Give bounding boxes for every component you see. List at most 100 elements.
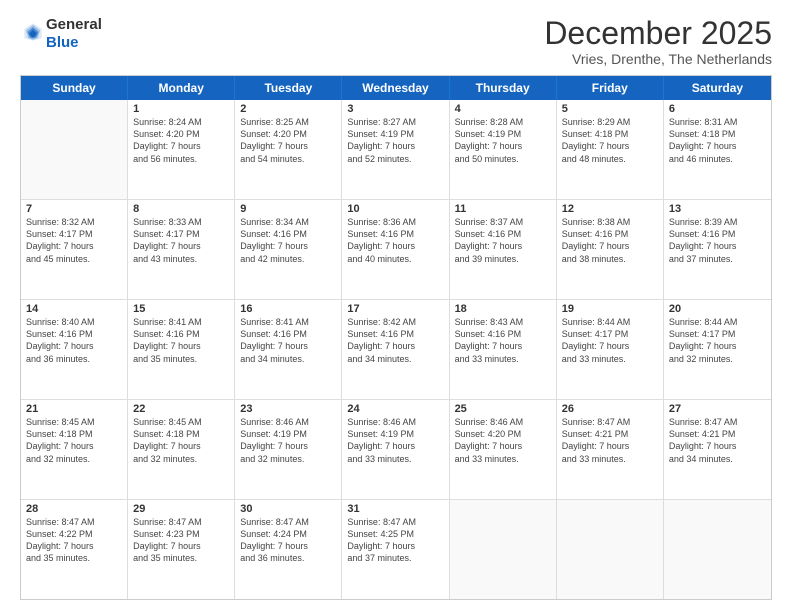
sunrise-text: Sunrise: 8:28 AM — [455, 116, 551, 128]
daylight-text: Daylight: 7 hours — [133, 440, 229, 452]
calendar-cell: 11 Sunrise: 8:37 AM Sunset: 4:16 PM Dayl… — [450, 200, 557, 299]
daylight-text: Daylight: 7 hours — [455, 340, 551, 352]
calendar-cell: 20 Sunrise: 8:44 AM Sunset: 4:17 PM Dayl… — [664, 300, 771, 399]
daylight-text: Daylight: 7 hours — [26, 340, 122, 352]
calendar-cell — [450, 500, 557, 599]
sunrise-text: Sunrise: 8:46 AM — [347, 416, 443, 428]
calendar-cell: 17 Sunrise: 8:42 AM Sunset: 4:16 PM Dayl… — [342, 300, 449, 399]
sunrise-text: Sunrise: 8:44 AM — [562, 316, 658, 328]
calendar-header: Sunday Monday Tuesday Wednesday Thursday… — [21, 76, 771, 100]
sunset-text: Sunset: 4:16 PM — [669, 228, 766, 240]
sunset-text: Sunset: 4:23 PM — [133, 528, 229, 540]
daylight-text: Daylight: 7 hours — [133, 240, 229, 252]
daylight-text: Daylight: 7 hours — [669, 440, 766, 452]
location: Vries, Drenthe, The Netherlands — [544, 51, 772, 67]
calendar-cell — [21, 100, 128, 199]
sunset-text: Sunset: 4:16 PM — [26, 328, 122, 340]
sunset-text: Sunset: 4:25 PM — [347, 528, 443, 540]
calendar-cell: 19 Sunrise: 8:44 AM Sunset: 4:17 PM Dayl… — [557, 300, 664, 399]
day-number: 9 — [240, 203, 336, 215]
daylight-text: Daylight: 7 hours — [347, 540, 443, 552]
daylight-minutes-text: and 39 minutes. — [455, 253, 551, 265]
calendar-row: 28 Sunrise: 8:47 AM Sunset: 4:22 PM Dayl… — [21, 500, 771, 599]
sunrise-text: Sunrise: 8:29 AM — [562, 116, 658, 128]
header-thursday: Thursday — [450, 76, 557, 100]
daylight-minutes-text: and 32 minutes. — [26, 453, 122, 465]
calendar-cell: 7 Sunrise: 8:32 AM Sunset: 4:17 PM Dayli… — [21, 200, 128, 299]
sunset-text: Sunset: 4:19 PM — [347, 428, 443, 440]
sunset-text: Sunset: 4:24 PM — [240, 528, 336, 540]
daylight-text: Daylight: 7 hours — [240, 540, 336, 552]
logo-icon — [22, 21, 44, 43]
calendar-row: 21 Sunrise: 8:45 AM Sunset: 4:18 PM Dayl… — [21, 400, 771, 500]
sunrise-text: Sunrise: 8:47 AM — [26, 516, 122, 528]
calendar-cell: 12 Sunrise: 8:38 AM Sunset: 4:16 PM Dayl… — [557, 200, 664, 299]
day-number: 25 — [455, 403, 551, 415]
sunset-text: Sunset: 4:20 PM — [240, 128, 336, 140]
day-number: 12 — [562, 203, 658, 215]
sunrise-text: Sunrise: 8:38 AM — [562, 216, 658, 228]
day-number: 29 — [133, 503, 229, 515]
daylight-text: Daylight: 7 hours — [562, 240, 658, 252]
sunrise-text: Sunrise: 8:47 AM — [347, 516, 443, 528]
daylight-minutes-text: and 48 minutes. — [562, 153, 658, 165]
day-number: 26 — [562, 403, 658, 415]
daylight-minutes-text: and 33 minutes. — [347, 453, 443, 465]
daylight-text: Daylight: 7 hours — [455, 140, 551, 152]
calendar-cell — [664, 500, 771, 599]
day-number: 3 — [347, 103, 443, 115]
sunset-text: Sunset: 4:17 PM — [669, 328, 766, 340]
sunrise-text: Sunrise: 8:47 AM — [240, 516, 336, 528]
calendar-cell: 6 Sunrise: 8:31 AM Sunset: 4:18 PM Dayli… — [664, 100, 771, 199]
sunrise-text: Sunrise: 8:46 AM — [455, 416, 551, 428]
sunset-text: Sunset: 4:20 PM — [455, 428, 551, 440]
sunset-text: Sunset: 4:21 PM — [562, 428, 658, 440]
logo: General Blue — [20, 16, 102, 52]
calendar-cell: 31 Sunrise: 8:47 AM Sunset: 4:25 PM Dayl… — [342, 500, 449, 599]
sunrise-text: Sunrise: 8:24 AM — [133, 116, 229, 128]
daylight-minutes-text: and 50 minutes. — [455, 153, 551, 165]
daylight-minutes-text: and 37 minutes. — [669, 253, 766, 265]
daylight-minutes-text: and 54 minutes. — [240, 153, 336, 165]
daylight-minutes-text: and 34 minutes. — [240, 353, 336, 365]
sunset-text: Sunset: 4:18 PM — [562, 128, 658, 140]
daylight-text: Daylight: 7 hours — [26, 440, 122, 452]
calendar-cell: 10 Sunrise: 8:36 AM Sunset: 4:16 PM Dayl… — [342, 200, 449, 299]
sunrise-text: Sunrise: 8:39 AM — [669, 216, 766, 228]
calendar-cell: 26 Sunrise: 8:47 AM Sunset: 4:21 PM Dayl… — [557, 400, 664, 499]
daylight-text: Daylight: 7 hours — [347, 440, 443, 452]
daylight-text: Daylight: 7 hours — [347, 240, 443, 252]
calendar-cell: 27 Sunrise: 8:47 AM Sunset: 4:21 PM Dayl… — [664, 400, 771, 499]
calendar-cell — [557, 500, 664, 599]
day-number: 4 — [455, 103, 551, 115]
sunset-text: Sunset: 4:16 PM — [455, 328, 551, 340]
sunrise-text: Sunrise: 8:33 AM — [133, 216, 229, 228]
daylight-minutes-text: and 37 minutes. — [347, 552, 443, 564]
title-block: December 2025 Vries, Drenthe, The Nether… — [544, 16, 772, 67]
calendar-cell: 30 Sunrise: 8:47 AM Sunset: 4:24 PM Dayl… — [235, 500, 342, 599]
daylight-text: Daylight: 7 hours — [562, 140, 658, 152]
sunset-text: Sunset: 4:17 PM — [562, 328, 658, 340]
daylight-minutes-text: and 32 minutes. — [240, 453, 336, 465]
calendar: Sunday Monday Tuesday Wednesday Thursday… — [20, 75, 772, 600]
sunset-text: Sunset: 4:16 PM — [347, 328, 443, 340]
daylight-minutes-text: and 35 minutes. — [26, 552, 122, 564]
day-number: 2 — [240, 103, 336, 115]
sunrise-text: Sunrise: 8:25 AM — [240, 116, 336, 128]
sunset-text: Sunset: 4:21 PM — [669, 428, 766, 440]
daylight-minutes-text: and 35 minutes. — [133, 552, 229, 564]
sunrise-text: Sunrise: 8:42 AM — [347, 316, 443, 328]
daylight-text: Daylight: 7 hours — [240, 240, 336, 252]
daylight-minutes-text: and 36 minutes. — [240, 552, 336, 564]
day-number: 27 — [669, 403, 766, 415]
daylight-minutes-text: and 32 minutes. — [669, 353, 766, 365]
daylight-minutes-text: and 34 minutes. — [347, 353, 443, 365]
header-friday: Friday — [557, 76, 664, 100]
day-number: 1 — [133, 103, 229, 115]
logo-general-text: General — [46, 16, 102, 33]
day-number: 14 — [26, 303, 122, 315]
calendar-cell: 15 Sunrise: 8:41 AM Sunset: 4:16 PM Dayl… — [128, 300, 235, 399]
day-number: 13 — [669, 203, 766, 215]
daylight-minutes-text: and 36 minutes. — [26, 353, 122, 365]
day-number: 30 — [240, 503, 336, 515]
